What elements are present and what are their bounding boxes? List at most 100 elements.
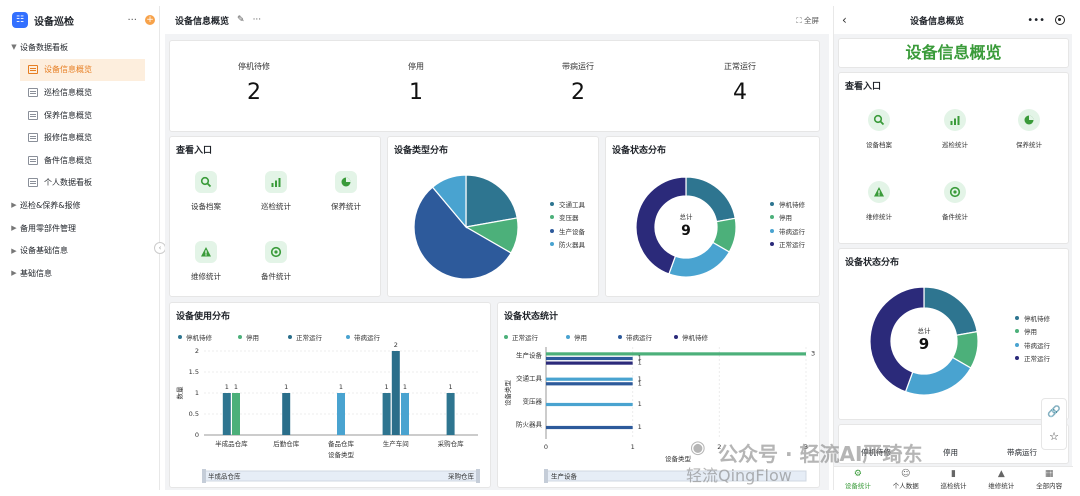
bar[interactable] — [232, 393, 240, 435]
nav-item-parts-overview[interactable]: 备件信息概览 — [8, 149, 159, 172]
slider-handle-left[interactable] — [202, 469, 206, 483]
bar[interactable] — [401, 393, 409, 435]
tab-device-stats[interactable]: ⚙ 设备统计 — [834, 467, 882, 490]
y-axis-label: 设备类型 — [503, 380, 512, 407]
nav-group-spare-parts[interactable]: ▶ 备用零部件管理 — [8, 217, 159, 240]
pie-slice-0[interactable] — [685, 176, 736, 223]
link-icon[interactable]: 🔗 — [1042, 399, 1066, 424]
chevron-right-icon: ▶ — [11, 201, 17, 210]
nav-group-basic-info[interactable]: ▶ 基础信息 — [8, 262, 159, 285]
bar[interactable] — [382, 393, 391, 435]
nav-group-device-info[interactable]: ▶ 设备基础信息 — [8, 239, 159, 262]
fullscreen-button[interactable]: ⛶ 全屏 — [796, 15, 819, 26]
record-icon[interactable] — [1055, 15, 1065, 25]
slider-handle-right[interactable] — [476, 469, 480, 483]
chart-title: 设备状态分布 — [845, 258, 900, 268]
bar[interactable] — [446, 393, 455, 435]
tab-inspection-stats[interactable]: ▮ 巡检统计 — [930, 467, 978, 490]
legend-item[interactable]: 生产设备 — [550, 224, 585, 238]
legend-dot — [550, 201, 554, 206]
chevron-right-icon: ▶ — [11, 269, 17, 278]
legend-item[interactable]: 正常运行 — [1015, 352, 1050, 366]
bar[interactable] — [546, 356, 633, 361]
legend-item[interactable]: 停用 — [770, 211, 805, 225]
legend-item[interactable]: 停用 — [1015, 325, 1050, 339]
device-type-card: 设备类型分布 交通工具变压器 生产设备 防火器具 — [387, 136, 599, 297]
nav-group-dashboard[interactable]: ▼ 设备数据看板 — [8, 36, 159, 59]
legend-item[interactable]: 交通工具 — [550, 197, 585, 211]
fullscreen-label: 全屏 — [804, 15, 819, 25]
sidebar: ☷ 设备巡检 ··· + ▼ 设备数据看板 设备信息概览 巡检信息概览 保养信息概… — [8, 6, 160, 490]
legend-dot — [770, 228, 774, 233]
nav-item-personal-dashboard[interactable]: 个人数据看板 — [8, 172, 159, 195]
mobile-entry-maintenance-stats[interactable]: 保养统计 — [999, 109, 1059, 149]
nav-item-maintenance-overview[interactable]: 保养信息概览 — [8, 104, 159, 127]
pie-slice-2[interactable] — [904, 356, 972, 396]
bar[interactable] — [222, 393, 231, 435]
y-axis-label: 数量 — [175, 386, 184, 400]
nav-item-label: 保养信息概览 — [44, 110, 92, 120]
tab-all-content[interactable]: ▦ 全部内容 — [1025, 467, 1073, 490]
bar[interactable] — [546, 352, 806, 356]
stat-normal: 正常运行 4 — [680, 61, 800, 105]
legend-item[interactable]: 停机待修 — [1015, 311, 1050, 325]
legend-dot — [770, 215, 774, 220]
page-icon — [28, 155, 38, 165]
bar-data-label: 1 — [638, 400, 642, 408]
legend-item[interactable]: 带病运行 — [770, 224, 805, 238]
star-icon[interactable]: ☆ — [1042, 424, 1066, 449]
legend-dot — [770, 201, 774, 206]
bar[interactable] — [546, 402, 633, 407]
nav-item-device-overview[interactable]: 设备信息概览 — [20, 58, 145, 82]
legend-label: 交通工具 — [559, 200, 585, 209]
chart-title: 设备类型分布 — [394, 146, 449, 156]
tab-personal-data[interactable]: ☺ 个人数据 — [882, 467, 930, 490]
entry-parts-stats[interactable]: 备件统计 — [246, 241, 306, 282]
entry-inspection-stats[interactable]: 巡检统计 — [246, 171, 306, 212]
bar[interactable] — [546, 382, 633, 386]
stat-faulty: 带病运行 2 — [518, 61, 638, 105]
legend-item[interactable]: 防火器具 — [550, 238, 585, 252]
stat-value: 4 — [733, 80, 747, 105]
zoom-slider[interactable] — [203, 470, 479, 482]
mobile-entry-parts-stats[interactable]: 备件统计 — [925, 181, 985, 221]
nav-item-repair-overview[interactable]: 报修信息概览 — [8, 126, 159, 149]
entry-device-archive[interactable]: 设备档案 — [176, 171, 236, 212]
bar[interactable] — [282, 393, 291, 435]
add-icon[interactable]: + — [145, 15, 155, 25]
donut-center-value: 9 — [681, 223, 691, 239]
slider-start-label: 半成品仓库 — [208, 472, 241, 481]
chart-legend: 交通工具变压器 生产设备 防火器具 — [550, 197, 585, 251]
edit-icon[interactable]: ✎ — [237, 15, 245, 25]
tab-repair-stats[interactable]: ▲ 维修统计 — [977, 467, 1025, 490]
entry-repair-stats[interactable]: 维修统计 — [176, 241, 236, 282]
bar[interactable] — [337, 393, 345, 435]
bar[interactable] — [391, 351, 400, 435]
nav-group-inspection[interactable]: ▶ 巡检&保养&报修 — [8, 194, 159, 217]
pie-slice-2[interactable] — [668, 241, 731, 278]
slider-handle-left[interactable] — [544, 469, 548, 483]
page-icon — [28, 133, 38, 143]
more-icon[interactable]: ··· — [253, 15, 262, 25]
more-icon[interactable]: ··· — [127, 15, 137, 26]
more-icon[interactable]: ••• — [1027, 15, 1045, 26]
bar[interactable] — [546, 425, 633, 430]
mobile-entry-inspection-stats[interactable]: 巡检统计 — [925, 109, 985, 149]
entry-title: 查看入口 — [176, 146, 213, 156]
tab-label: 设备统计 — [844, 482, 871, 490]
legend-item[interactable]: 正常运行 — [770, 238, 805, 252]
legend-item[interactable]: 停机待修 — [770, 197, 805, 211]
legend-item[interactable]: 变压器 — [550, 211, 585, 225]
mobile-entry-repair-stats[interactable]: 维修统计 — [849, 181, 909, 221]
nav-item-inspection-overview[interactable]: 巡检信息概览 — [8, 81, 159, 104]
x-tick-label: 采购仓库 — [438, 439, 465, 448]
pie-slice-0[interactable] — [923, 286, 978, 336]
bar[interactable] — [546, 377, 633, 381]
mobile-entry-device-archive[interactable]: 设备档案 — [849, 109, 909, 149]
entry-maintenance-stats[interactable]: 保养统计 — [316, 171, 376, 212]
search-icon — [868, 109, 890, 131]
bar[interactable] — [546, 361, 633, 365]
user-icon: ☺ — [901, 469, 911, 479]
legend-item[interactable]: 带病运行 — [1015, 338, 1050, 352]
bar-data-label: 1 — [385, 383, 389, 391]
